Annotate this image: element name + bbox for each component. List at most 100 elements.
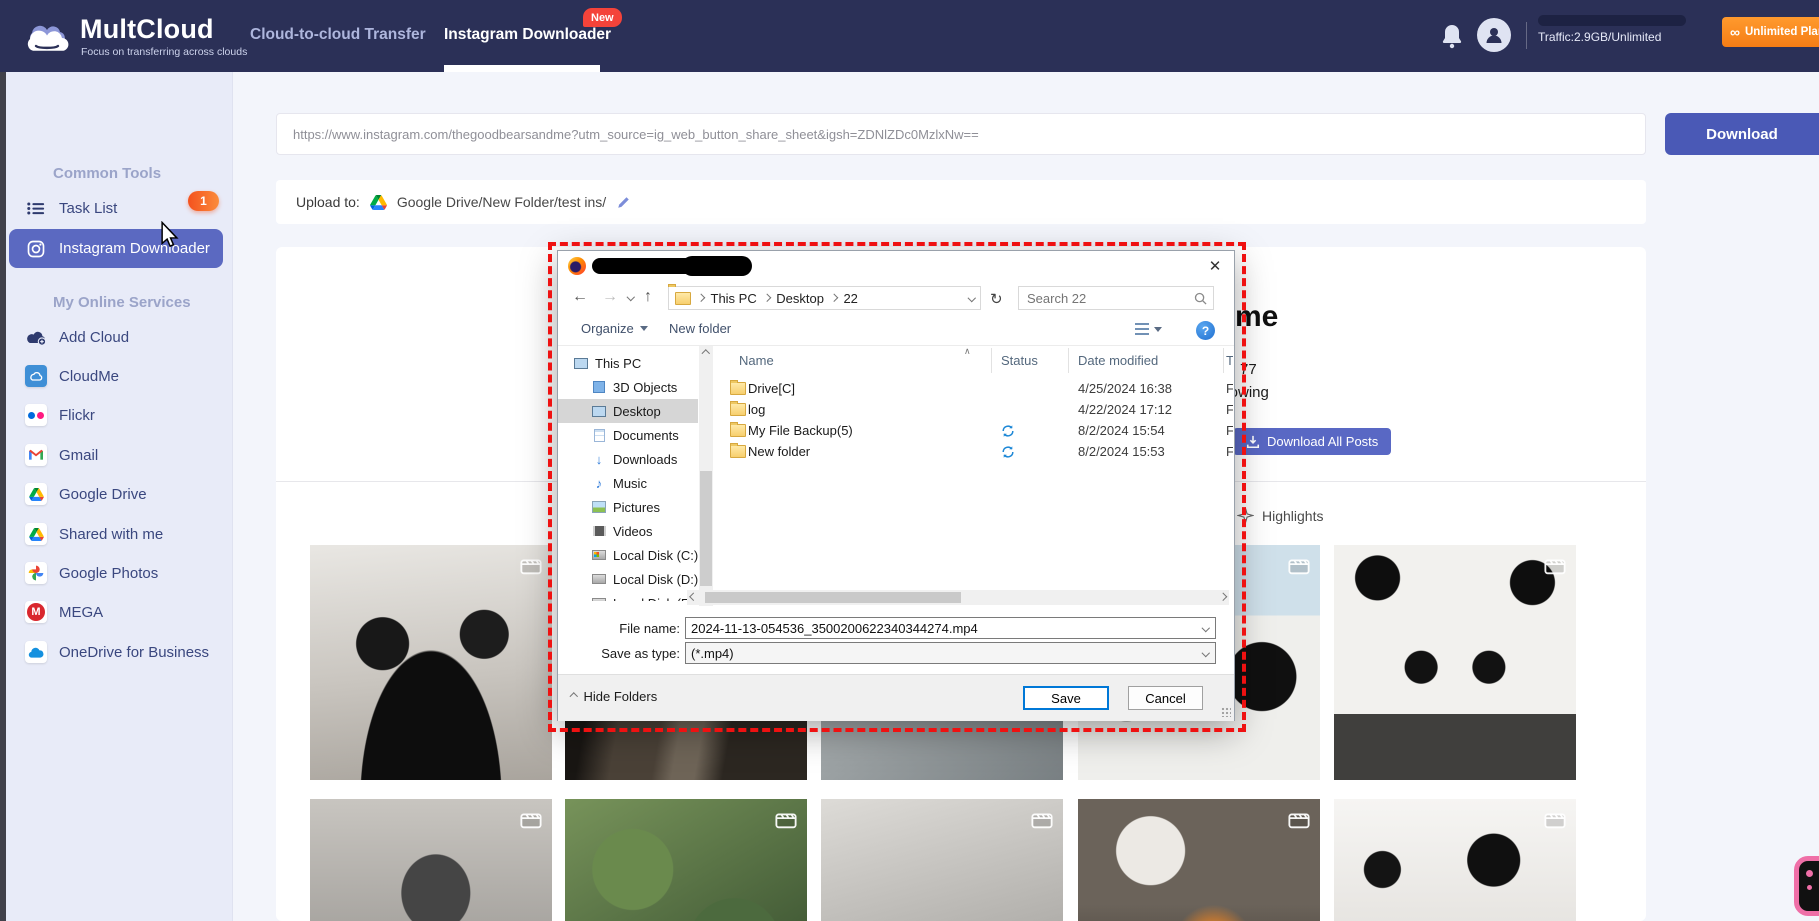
tree-item-3d-objects[interactable]: 3D Objects [558,375,698,399]
post-tile[interactable] [1334,799,1576,921]
download-all-posts-button[interactable]: Download All Posts [1233,428,1392,455]
sidebar-item-google-photos[interactable]: Google Photos [6,558,232,588]
tree-item-music[interactable]: ♪ Music [558,471,698,495]
tree-item-videos[interactable]: Videos [558,519,698,543]
sidebar-section-online-services: My Online Services [53,294,191,311]
tree-item-pictures[interactable]: Pictures [558,495,698,519]
post-tile[interactable] [310,545,552,780]
tree-item-this-pc[interactable]: This PC [558,351,698,375]
dialog-titlebar[interactable]: ✕ [558,251,1234,281]
sidebar-item-flickr[interactable]: Flickr [6,400,232,430]
instagram-url-input[interactable] [276,113,1646,155]
tree-item-documents[interactable]: Documents [558,423,698,447]
recent-locations-chevron-icon[interactable] [626,292,635,301]
horizontal-scrollbar[interactable] [687,590,1229,605]
sidebar-item-cloudme[interactable]: CloudMe [6,361,232,391]
close-icon[interactable]: ✕ [1202,256,1228,276]
post-tile[interactable] [310,799,552,921]
breadcrumb-folder-22[interactable]: 22 [843,291,857,306]
new-folder-button[interactable]: New folder [669,321,731,336]
scroll-up-icon[interactable] [701,349,710,358]
sidebar-item-mega[interactable]: M MEGA [6,597,232,627]
breadcrumb-desktop[interactable]: Desktop [776,291,824,306]
save-as-dialog: ✕ ← → ↑ This PC Desktop 22 ↻ Search 22 O… [557,250,1235,721]
breadcrumb-chevron-icon [829,294,838,302]
file-name-input[interactable] [685,617,1216,639]
dialog-footer: Hide Folders Save Cancel [558,674,1234,721]
sidebar-item-gmail[interactable]: Gmail [6,440,232,470]
refresh-icon[interactable]: ↻ [990,290,1003,308]
file-row[interactable]: My File Backup(5) 8/2/2024 15:54 F [718,420,1233,441]
tree-item-local-disk-c[interactable]: Local Disk (C:) [558,543,698,567]
address-bar[interactable]: This PC Desktop 22 [668,286,981,310]
firefox-icon [568,257,586,275]
breadcrumb-this-pc[interactable]: This PC [711,291,757,306]
column-header-type-clipped[interactable]: T [1226,353,1233,380]
tree-scrollbar[interactable] [699,346,713,606]
post-tile[interactable] [1078,799,1320,921]
help-button[interactable]: ? [1196,321,1215,340]
change-view-button[interactable] [1135,323,1162,335]
file-type-clipped: F [1226,402,1233,417]
file-row[interactable]: Drive[C] 4/25/2024 16:38 F [718,378,1233,399]
column-header-name[interactable]: Name [739,353,774,380]
dropdown-chevron-icon [639,326,648,331]
redacted-title-text [592,256,752,276]
resize-grip[interactable] [1221,707,1231,717]
brand-name: MultCloud [80,14,214,44]
file-row[interactable]: New folder 8/2/2024 15:53 F [718,441,1233,462]
highlights-sparkle-icon [1237,507,1254,524]
save-button[interactable]: Save [1023,686,1109,710]
column-divider [1068,348,1069,373]
tree-item-local-disk-d[interactable]: Local Disk (D:) [558,567,698,591]
forward-icon[interactable]: → [602,288,618,306]
file-name: New folder [748,444,811,459]
profile-name-fragment: me [1235,300,1279,333]
scrollbar-thumb[interactable] [700,471,712,586]
address-dropdown-chevron-icon[interactable] [967,294,976,302]
tree-item-desktop[interactable]: Desktop [558,399,698,423]
sidebar-item-become-affiliate[interactable]: Become our affiliate [6,916,232,921]
scroll-right-icon[interactable] [1218,592,1227,601]
nav-link-cloud-transfer[interactable]: Cloud-to-cloud Transfer [250,26,426,46]
traffic-progress-bar [1538,15,1686,26]
tree-item-downloads[interactable]: ↓ Downloads [558,447,698,471]
sidebar-item-add-cloud[interactable]: Add Cloud [6,322,232,352]
user-avatar[interactable] [1477,18,1511,52]
download-arrow-icon: ↓ [595,451,603,467]
nav-link-instagram-downloader[interactable]: Instagram Downloader [444,26,611,46]
cancel-button[interactable]: Cancel [1128,686,1203,710]
hide-folders-button[interactable]: Hide Folders [569,689,657,704]
sidebar-item-task-list[interactable]: Task List 1 [6,191,232,223]
unlimited-plan-button[interactable]: ∞ Unlimited Plan [1722,17,1819,47]
post-tile[interactable] [1334,545,1576,780]
sidebar-item-onedrive-business[interactable]: OneDrive for Business [6,637,232,667]
chat-widget[interactable] [1794,856,1819,916]
post-tile[interactable] [565,799,807,921]
download-button[interactable]: Download [1665,113,1819,155]
column-header-status[interactable]: Status [1001,353,1038,380]
scroll-left-icon[interactable] [689,592,698,601]
video-icon [1544,559,1566,575]
sidebar-item-google-drive[interactable]: Google Drive [6,479,232,509]
file-date: 4/22/2024 17:12 [1078,402,1172,417]
edit-pencil-icon[interactable] [616,195,631,210]
organize-menu[interactable]: Organize [581,321,648,336]
up-icon[interactable]: ↑ [644,288,652,306]
instagram-icon [25,238,47,260]
sidebar-item-instagram-downloader[interactable]: Instagram Downloader [9,229,223,268]
download-tray-icon [1246,435,1260,448]
scrollbar-thumb[interactable] [705,592,961,603]
post-tile[interactable] [821,799,1063,921]
column-divider [1223,348,1224,373]
file-row[interactable]: log 4/22/2024 17:12 F [718,399,1233,420]
notifications-bell-icon[interactable] [1440,23,1464,49]
search-box[interactable] [1018,286,1214,310]
back-icon[interactable]: ← [572,288,588,306]
column-header-date-modified[interactable]: Date modified [1078,353,1158,380]
tree-item-local-disk-e-partial[interactable]: Local Disk (E [558,591,698,601]
save-as-type-select[interactable]: (*.mp4) [685,642,1216,664]
sidebar-item-shared-with-me[interactable]: Shared with me [6,519,232,549]
file-type-clipped: F [1226,423,1233,438]
search-input[interactable] [1025,289,1194,307]
